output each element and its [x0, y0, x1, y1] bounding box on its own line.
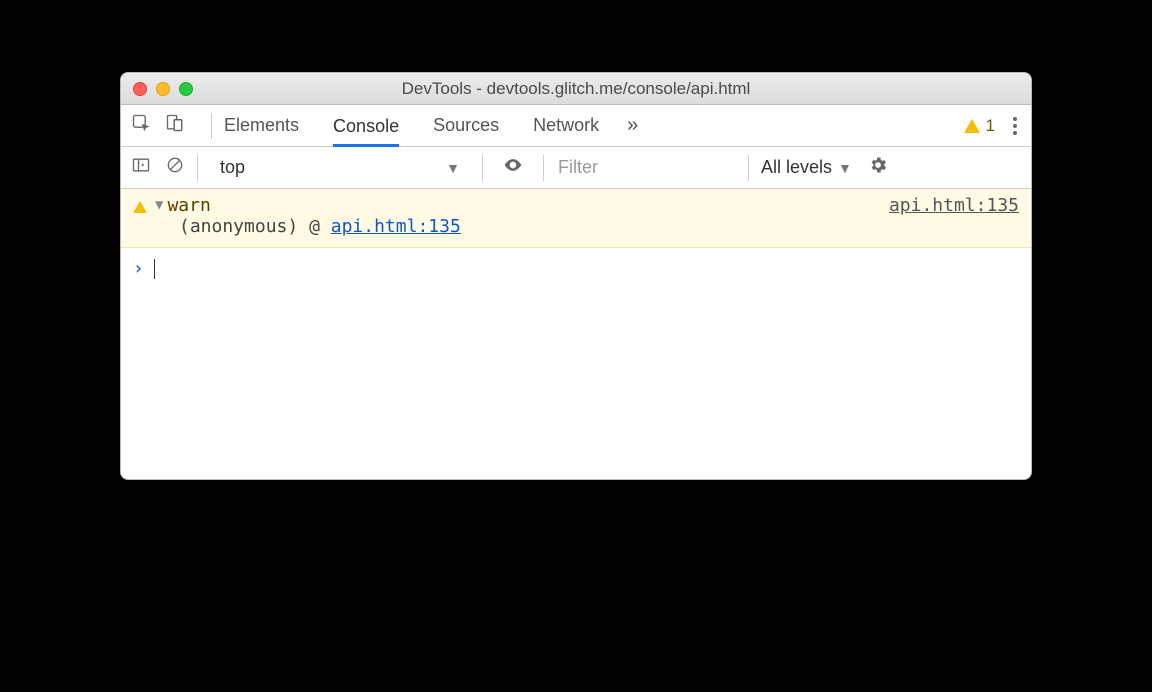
stack-frame-label: (anonymous) [179, 216, 298, 237]
more-tabs-icon[interactable]: » [627, 114, 638, 137]
warnings-counter[interactable]: 1 [964, 116, 995, 136]
console-prompt[interactable]: › [121, 248, 1031, 289]
log-levels-label: All levels [761, 157, 832, 178]
execution-context-select[interactable]: top ▼ [210, 155, 470, 180]
live-expression-icon[interactable] [503, 155, 523, 180]
log-levels-select[interactable]: All levels ▼ [761, 157, 852, 178]
traffic-lights [121, 82, 193, 96]
separator [543, 155, 544, 181]
stack-trace: (anonymous) @ api.html:135 [133, 216, 1019, 237]
console-toolbar: top ▼ All levels ▼ [121, 147, 1031, 189]
text-caret [154, 259, 155, 279]
separator [482, 155, 483, 181]
execution-context-value: top [220, 157, 245, 178]
show-console-sidebar-icon[interactable] [131, 155, 151, 180]
close-window-button[interactable] [133, 82, 147, 96]
warning-icon [964, 119, 980, 133]
clear-console-icon[interactable] [165, 155, 185, 180]
device-toolbar-icon[interactable] [165, 113, 185, 138]
console-settings-icon[interactable] [868, 155, 888, 180]
log-message: warn [167, 195, 210, 216]
console-warning-entry: ▼ warn api.html:135 (anonymous) @ api.ht… [121, 189, 1031, 248]
chevron-down-icon: ▼ [838, 160, 852, 176]
stack-frame-link[interactable]: api.html:135 [331, 216, 461, 237]
tab-sources[interactable]: Sources [433, 105, 499, 146]
console-output: ▼ warn api.html:135 (anonymous) @ api.ht… [121, 189, 1031, 479]
zoom-window-button[interactable] [179, 82, 193, 96]
settings-menu-icon[interactable] [1013, 117, 1017, 135]
devtools-window: DevTools - devtools.glitch.me/console/ap… [120, 72, 1032, 480]
tab-console[interactable]: Console [333, 106, 399, 147]
log-source-link[interactable]: api.html:135 [889, 195, 1019, 216]
inspect-element-icon[interactable] [131, 113, 151, 138]
warnings-count-value: 1 [986, 116, 995, 136]
window-title: DevTools - devtools.glitch.me/console/ap… [121, 79, 1031, 99]
separator [211, 113, 212, 139]
filter-input[interactable] [556, 153, 736, 182]
separator [197, 155, 198, 181]
minimize-window-button[interactable] [156, 82, 170, 96]
chevron-down-icon: ▼ [446, 160, 460, 176]
panel-tabs: Elements Console Sources Network [224, 105, 599, 146]
separator [748, 155, 749, 181]
titlebar: DevTools - devtools.glitch.me/console/ap… [121, 73, 1031, 105]
tab-network[interactable]: Network [533, 105, 599, 146]
panel-tabbar: Elements Console Sources Network » 1 [121, 105, 1031, 147]
warning-icon [133, 201, 147, 213]
disclosure-triangle-icon[interactable]: ▼ [155, 197, 163, 213]
prompt-chevron-icon: › [133, 258, 144, 279]
tab-elements[interactable]: Elements [224, 105, 299, 146]
